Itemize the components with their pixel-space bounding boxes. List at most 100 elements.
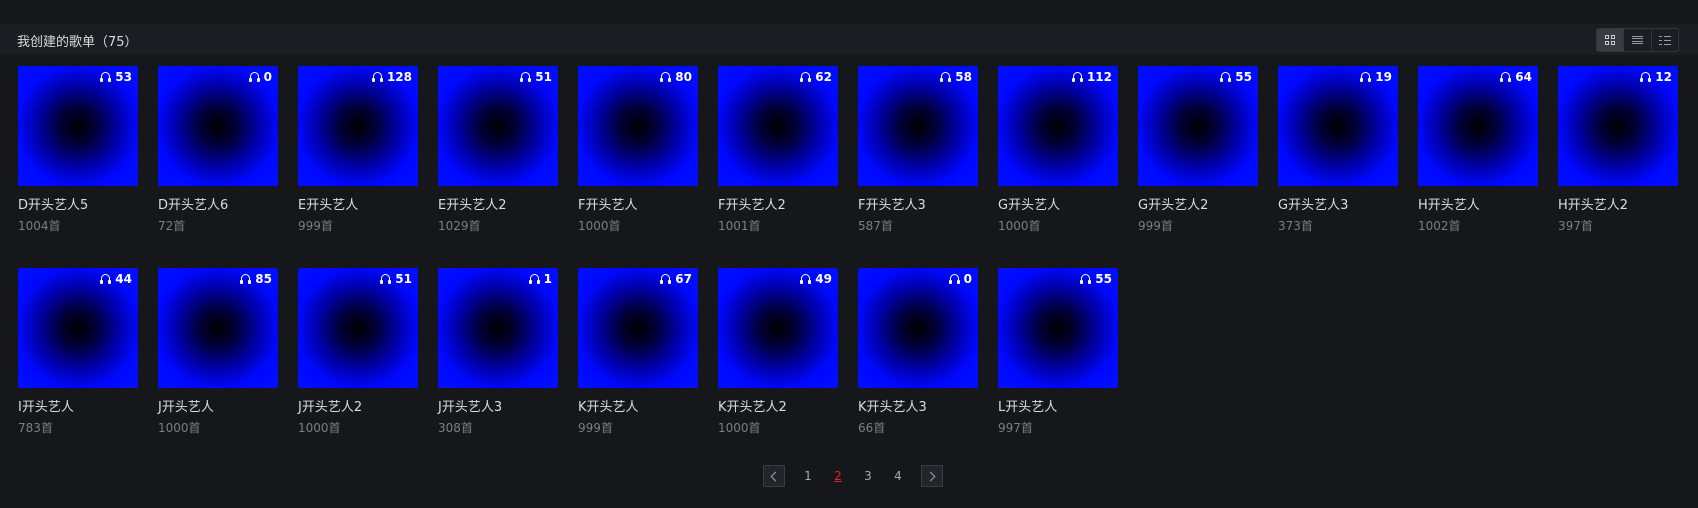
playlist-card[interactable]: 58 F开头艺人3 587首 — [858, 66, 978, 234]
playlist-card[interactable]: 44 I开头艺人 783首 — [18, 268, 138, 436]
playlist-title[interactable]: H开头艺人2 — [1558, 194, 1678, 213]
playlist-track-count: 72首 — [158, 219, 186, 233]
playlist-title[interactable]: E开头艺人 — [298, 194, 418, 213]
playlist-title[interactable]: H开头艺人 — [1418, 194, 1538, 213]
playlist-card[interactable]: 62 F开头艺人2 1001首 — [718, 66, 838, 234]
playlist-card[interactable]: 49 K开头艺人2 1000首 — [718, 268, 838, 436]
headphone-icon — [1500, 72, 1512, 82]
page-number-2[interactable]: 2 — [823, 469, 853, 483]
page-number-1[interactable]: 1 — [793, 469, 823, 483]
playlist-title[interactable]: K开头艺人3 — [858, 396, 978, 415]
playlist-cover[interactable]: 58 — [858, 66, 978, 186]
grid-view-button[interactable] — [1597, 29, 1625, 51]
playlist-cover[interactable]: 64 — [1418, 66, 1538, 186]
playlist-card[interactable]: 55 G开头艺人2 999首 — [1138, 66, 1258, 234]
playlist-title[interactable]: J开头艺人2 — [298, 396, 418, 415]
playlist-cover[interactable]: 44 — [18, 268, 138, 388]
play-count: 49 — [800, 272, 832, 286]
playlist-card[interactable]: 80 F开头艺人 1000首 — [578, 66, 698, 234]
headphone-icon — [100, 72, 112, 82]
playlist-cover[interactable]: 85 — [158, 268, 278, 388]
next-page-button[interactable] — [921, 465, 943, 487]
play-count-value: 0 — [263, 70, 272, 84]
play-count: 55 — [1220, 70, 1252, 84]
page-number-4[interactable]: 4 — [883, 469, 913, 483]
playlist-title[interactable]: K开头艺人2 — [718, 396, 838, 415]
play-count: 12 — [1640, 70, 1672, 84]
playlist-card[interactable]: 55 L开头艺人 997首 — [998, 268, 1118, 436]
playlist-card[interactable]: 67 K开头艺人 999首 — [578, 268, 698, 436]
playlist-cover[interactable]: 53 — [18, 66, 138, 186]
playlist-title[interactable]: D开头艺人6 — [158, 194, 278, 213]
play-count: 85 — [240, 272, 272, 286]
playlist-cover[interactable]: 55 — [998, 268, 1118, 388]
playlist-card[interactable]: 51 J开头艺人2 1000首 — [298, 268, 418, 436]
playlist-cover[interactable]: 112 — [998, 66, 1118, 186]
playlist-track-count: 1000首 — [578, 219, 621, 233]
playlist-title[interactable]: I开头艺人 — [18, 396, 138, 415]
playlist-title[interactable]: J开头艺人3 — [438, 396, 558, 415]
playlist-card[interactable]: 12 H开头艺人2 397首 — [1558, 66, 1678, 234]
playlist-title[interactable]: F开头艺人3 — [858, 194, 978, 213]
playlist-title[interactable]: F开头艺人 — [578, 194, 698, 213]
playlist-card[interactable]: 0 D开头艺人6 72首 — [158, 66, 278, 234]
list-view-button[interactable] — [1624, 29, 1652, 51]
playlist-cover[interactable]: 0 — [158, 66, 278, 186]
headphone-icon — [528, 274, 540, 284]
playlist-title[interactable]: E开头艺人2 — [438, 194, 558, 213]
playlist-title[interactable]: L开头艺人 — [998, 396, 1118, 415]
playlist-card[interactable]: 0 K开头艺人3 66首 — [858, 268, 978, 436]
playlist-title[interactable]: J开头艺人 — [158, 396, 278, 415]
playlist-card[interactable]: 51 E开头艺人2 1029首 — [438, 66, 558, 234]
playlist-cover[interactable]: 49 — [718, 268, 838, 388]
headphone-icon — [660, 72, 672, 82]
play-count: 80 — [660, 70, 692, 84]
play-count: 19 — [1360, 70, 1392, 84]
playlist-title[interactable]: G开头艺人 — [998, 194, 1118, 213]
headphone-icon — [800, 274, 812, 284]
playlist-card[interactable]: 128 E开头艺人 999首 — [298, 66, 418, 234]
play-count: 58 — [940, 70, 972, 84]
prev-page-button[interactable] — [763, 465, 785, 487]
playlist-cover[interactable]: 128 — [298, 66, 418, 186]
playlist-title[interactable]: G开头艺人3 — [1278, 194, 1398, 213]
section-title: 我创建的歌单（75） — [17, 35, 138, 50]
playlist-track-count: 1029首 — [438, 219, 481, 233]
playlist-title[interactable]: F开头艺人2 — [718, 194, 838, 213]
playlist-cover[interactable]: 51 — [298, 268, 418, 388]
playlist-cover[interactable]: 12 — [1558, 66, 1678, 186]
play-count: 51 — [520, 70, 552, 84]
playlist-card[interactable]: 85 J开头艺人 1000首 — [158, 268, 278, 436]
playlist-cover[interactable]: 55 — [1138, 66, 1258, 186]
playlist-track-count: 1000首 — [718, 421, 761, 435]
play-count: 53 — [100, 70, 132, 84]
playlist-track-count: 1000首 — [298, 421, 341, 435]
playlist-title[interactable]: K开头艺人 — [578, 396, 698, 415]
play-count: 67 — [660, 272, 692, 286]
detail-list-view-icon — [1658, 35, 1671, 45]
playlist-cover[interactable]: 80 — [578, 66, 698, 186]
playlist-card[interactable]: 64 H开头艺人 1002首 — [1418, 66, 1538, 234]
playlist-cover[interactable]: 62 — [718, 66, 838, 186]
playlist-cover[interactable]: 19 — [1278, 66, 1398, 186]
playlist-track-count: 66首 — [858, 421, 886, 435]
section-header: 我创建的歌单（75） — [0, 24, 1698, 55]
playlist-cover[interactable]: 51 — [438, 66, 558, 186]
top-bar — [0, 0, 1698, 24]
playlist-title[interactable]: D开头艺人5 — [18, 194, 138, 213]
playlist-card[interactable]: 19 G开头艺人3 373首 — [1278, 66, 1398, 234]
playlist-card[interactable]: 112 G开头艺人 1000首 — [998, 66, 1118, 234]
headphone-icon — [800, 72, 812, 82]
playlist-cover[interactable]: 1 — [438, 268, 558, 388]
pagination: 1234 — [763, 464, 943, 488]
playlist-title[interactable]: G开头艺人2 — [1138, 194, 1258, 213]
playlist-cover[interactable]: 0 — [858, 268, 978, 388]
page-number-3[interactable]: 3 — [853, 469, 883, 483]
headphone-icon — [1220, 72, 1232, 82]
headphone-icon — [1071, 72, 1083, 82]
playlist-card[interactable]: 53 D开头艺人5 1004首 — [18, 66, 138, 234]
detail-list-view-button[interactable] — [1652, 29, 1678, 51]
play-count: 128 — [371, 70, 412, 84]
playlist-card[interactable]: 1 J开头艺人3 308首 — [438, 268, 558, 436]
playlist-cover[interactable]: 67 — [578, 268, 698, 388]
